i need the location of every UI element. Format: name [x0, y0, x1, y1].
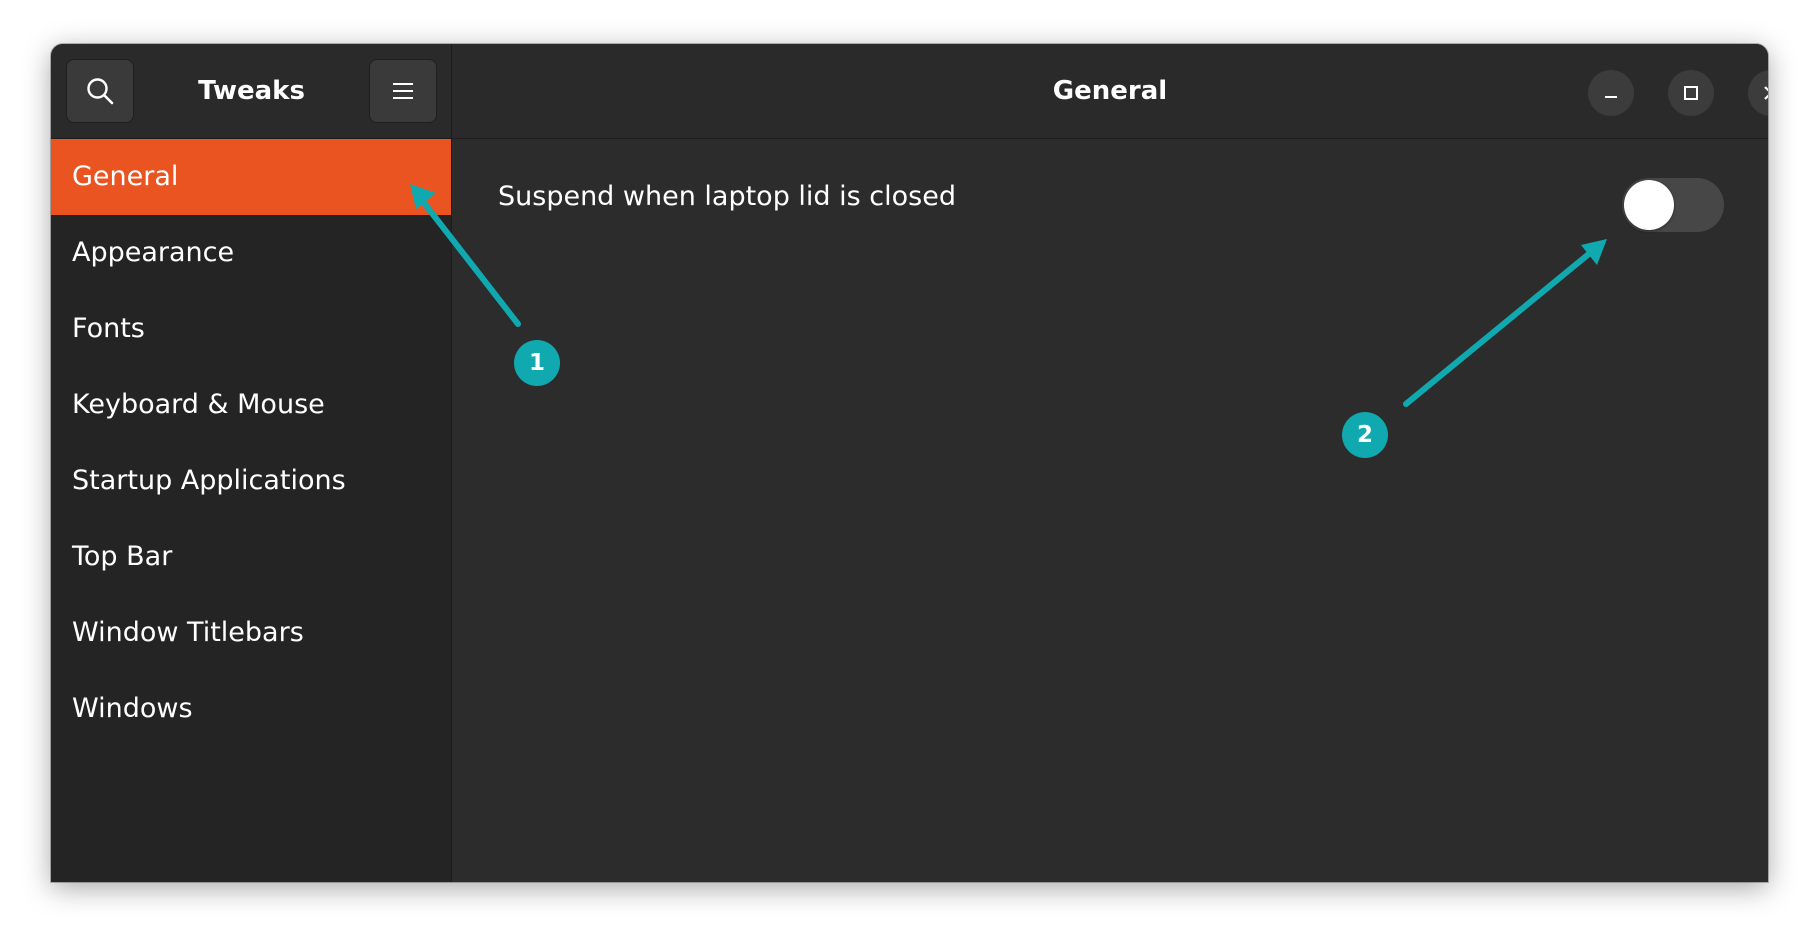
sidebar-item-startup-applications[interactable]: Startup Applications [51, 443, 451, 519]
sidebar-item-general[interactable]: General [51, 139, 451, 215]
close-button[interactable] [1748, 70, 1768, 116]
main-headerbar: General [452, 44, 1768, 139]
switch-knob [1624, 180, 1674, 230]
annotation-badge-1: 1 [514, 340, 560, 386]
sidebar: General Appearance Fonts Keyboard & Mous… [51, 139, 452, 882]
annotation-badge-2: 2 [1342, 412, 1388, 458]
sidebar-item-top-bar[interactable]: Top Bar [51, 519, 451, 595]
sidebar-item-label: Windows [72, 693, 193, 724]
sidebar-item-label: Keyboard & Mouse [72, 389, 325, 420]
general-settings-panel: Suspend when laptop lid is closed [452, 139, 1768, 882]
sidebar-item-keyboard-mouse[interactable]: Keyboard & Mouse [51, 367, 451, 443]
search-icon [87, 78, 114, 105]
app-title: Tweaks [198, 76, 305, 106]
sidebar-item-label: Top Bar [72, 541, 173, 572]
sidebar-item-label: Appearance [72, 237, 235, 268]
suspend-lid-closed-switch[interactable] [1622, 178, 1724, 232]
tweaks-window: Tweaks General General Appearance Fonts … [51, 44, 1768, 882]
minimize-button[interactable] [1588, 70, 1634, 116]
sidebar-item-appearance[interactable]: Appearance [51, 215, 451, 291]
maximize-button[interactable] [1668, 70, 1714, 116]
maximize-icon [1684, 86, 1698, 100]
sidebar-item-label: Startup Applications [72, 465, 346, 496]
close-icon [1764, 86, 1768, 100]
main-menu-button[interactable] [369, 59, 437, 123]
sidebar-item-label: Window Titlebars [72, 617, 304, 648]
sidebar-item-fonts[interactable]: Fonts [51, 291, 451, 367]
sidebar-item-label: General [72, 161, 179, 192]
suspend-lid-closed-label: Suspend when laptop lid is closed [498, 181, 956, 212]
minimize-icon [1605, 96, 1617, 98]
page-title: General [1052, 76, 1168, 106]
sidebar-item-label: Fonts [72, 313, 145, 344]
sidebar-item-window-titlebars[interactable]: Window Titlebars [51, 595, 451, 671]
sidebar-item-windows[interactable]: Windows [51, 671, 451, 747]
hamburger-menu-icon [393, 83, 413, 99]
sidebar-headerbar: Tweaks [51, 44, 452, 139]
